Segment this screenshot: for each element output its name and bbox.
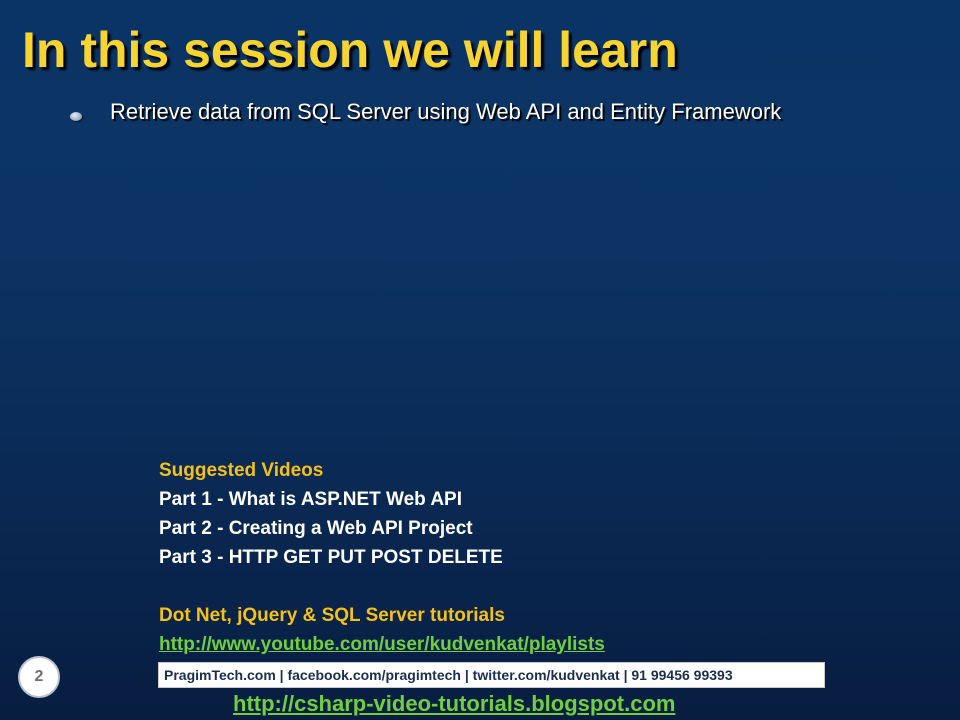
tutorials-heading: Dot Net, jQuery & SQL Server tutorials — [159, 605, 505, 626]
contact-info-bar: PragimTech.com | facebook.com/pragimtech… — [158, 662, 825, 688]
bullet-item: Retrieve data from SQL Server using Web … — [70, 96, 781, 128]
youtube-playlists-link[interactable]: http://www.youtube.com/user/kudvenkat/pl… — [159, 634, 605, 655]
bullet-icon — [70, 111, 82, 121]
video-item-part-1: Part 1 - What is ASP.NET Web API — [159, 489, 463, 510]
page-number-badge: 2 — [18, 656, 60, 698]
suggested-videos-block: Suggested Videos Part 1 - What is ASP.NE… — [159, 456, 605, 659]
slide-title: In this session we will learn — [22, 22, 678, 78]
video-item-part-2: Part 2 - Creating a Web API Project — [159, 518, 473, 539]
slide: In this session we will learn Retrieve d… — [0, 0, 960, 720]
blog-link[interactable]: http://csharp-video-tutorials.blogspot.c… — [233, 690, 675, 718]
suggested-videos-heading: Suggested Videos — [159, 460, 324, 481]
bullet-text: Retrieve data from SQL Server using Web … — [110, 99, 782, 124]
video-item-part-3: Part 3 - HTTP GET PUT POST DELETE — [159, 547, 503, 568]
